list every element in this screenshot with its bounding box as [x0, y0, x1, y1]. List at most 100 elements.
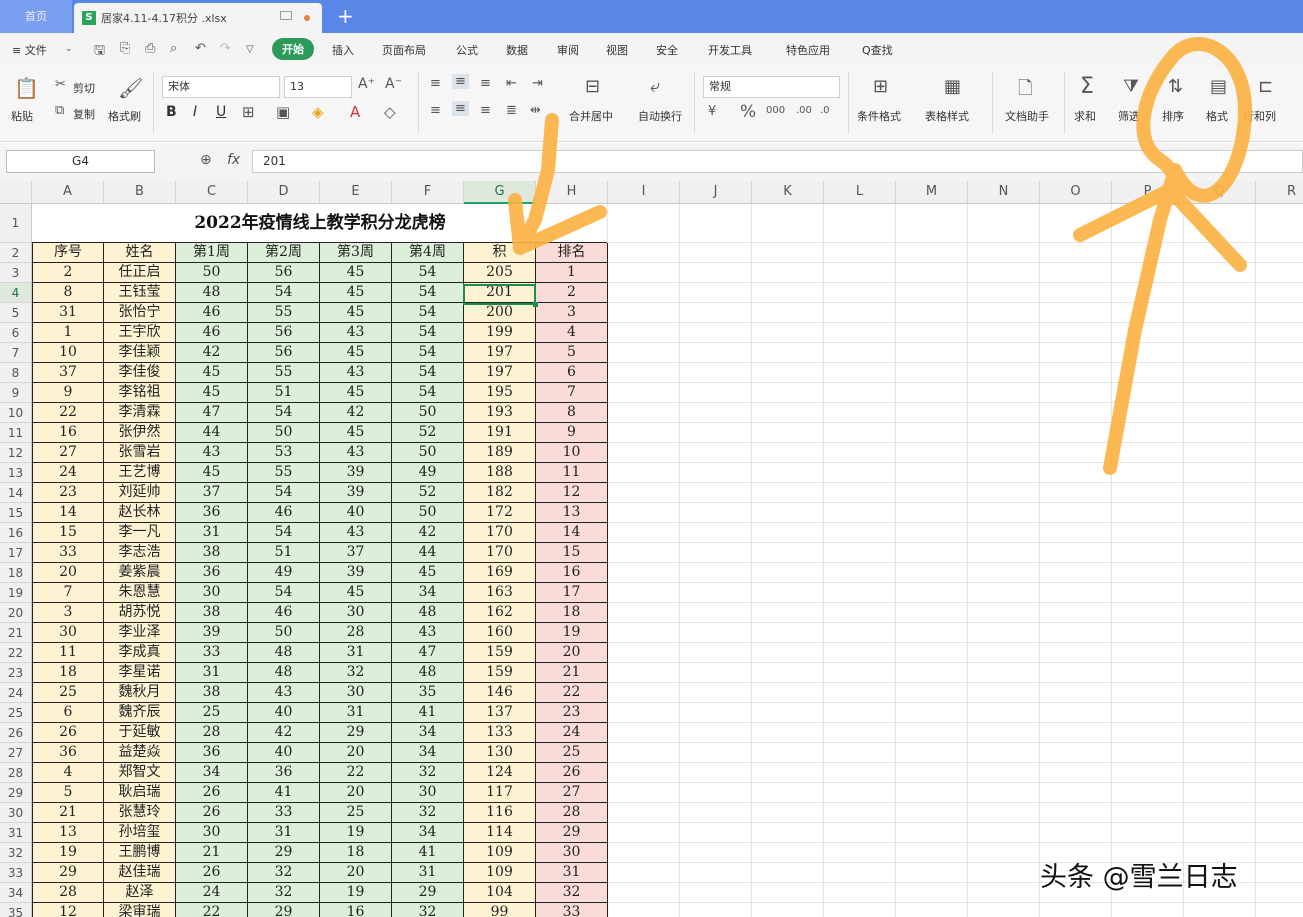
column-header-c[interactable]: C — [176, 181, 248, 204]
row-column-icon[interactable]: ⊏ — [1258, 76, 1273, 97]
cell-week1[interactable]: 24 — [176, 883, 248, 903]
cell-id[interactable]: 29 — [32, 863, 104, 883]
cell-rank[interactable]: 4 — [536, 323, 608, 343]
thousands-icon[interactable]: 000 — [766, 105, 785, 116]
cell-rank[interactable]: 24 — [536, 723, 608, 743]
undo-icon[interactable]: ↶ — [195, 41, 206, 56]
cell-week2[interactable]: 43 — [248, 683, 320, 703]
cell-rank[interactable]: 26 — [536, 763, 608, 783]
column-header-r[interactable]: R — [1256, 181, 1303, 204]
font-name-select[interactable]: 宋体 — [162, 76, 280, 98]
row-header-6[interactable]: 6 — [0, 323, 32, 343]
cell-week1[interactable]: 31 — [176, 523, 248, 543]
cell-week4[interactable]: 54 — [392, 343, 464, 363]
tab-home[interactable]: 首页 — [0, 0, 72, 33]
cell-week4[interactable]: 54 — [392, 263, 464, 283]
cell-rank[interactable]: 13 — [536, 503, 608, 523]
cell-rank[interactable]: 12 — [536, 483, 608, 503]
cell-rank[interactable]: 30 — [536, 843, 608, 863]
align-middle-icon[interactable]: ≡ — [452, 74, 469, 89]
indent-increase-icon[interactable]: ⇥ — [532, 76, 543, 91]
cell-week2[interactable]: 50 — [248, 623, 320, 643]
cell-name[interactable]: 赵长林 — [104, 503, 176, 523]
cell-week2[interactable]: 56 — [248, 263, 320, 283]
cell-total[interactable]: 172 — [464, 503, 536, 523]
cell-name[interactable]: 张慧玲 — [104, 803, 176, 823]
cell-total[interactable]: 109 — [464, 863, 536, 883]
cell-week4[interactable]: 48 — [392, 663, 464, 683]
header-cell-week1[interactable]: 第1周 — [176, 243, 248, 263]
cell-rank[interactable]: 2 — [536, 283, 608, 303]
column-header-l[interactable]: L — [824, 181, 896, 204]
decrease-decimal-icon[interactable]: .0 — [820, 105, 830, 116]
cell-id[interactable]: 16 — [32, 423, 104, 443]
cell-week3[interactable]: 29 — [320, 723, 392, 743]
cell-week3[interactable]: 16 — [320, 903, 392, 917]
cell-week3[interactable]: 25 — [320, 803, 392, 823]
cell-rank[interactable]: 16 — [536, 563, 608, 583]
cell-week1[interactable]: 39 — [176, 623, 248, 643]
row-header-25[interactable]: 25 — [0, 703, 32, 723]
cell-week1[interactable]: 48 — [176, 283, 248, 303]
row-header-5[interactable]: 5 — [0, 303, 32, 323]
cell-week2[interactable]: 42 — [248, 723, 320, 743]
cell-week4[interactable]: 44 — [392, 543, 464, 563]
cell-id[interactable]: 36 — [32, 743, 104, 763]
menu-tab-formula[interactable]: 公式 — [456, 42, 478, 58]
row-header-12[interactable]: 12 — [0, 443, 32, 463]
cell-week1[interactable]: 30 — [176, 823, 248, 843]
cell-rank[interactable]: 3 — [536, 303, 608, 323]
cell-name[interactable]: 魏齐辰 — [104, 703, 176, 723]
wrap-text-icon[interactable]: ⤶ — [650, 76, 660, 97]
cell-total[interactable]: 191 — [464, 423, 536, 443]
cell-total[interactable]: 170 — [464, 543, 536, 563]
row-header-18[interactable]: 18 — [0, 563, 32, 583]
cell-week3[interactable]: 22 — [320, 763, 392, 783]
cell-total[interactable]: 124 — [464, 763, 536, 783]
cell-week3[interactable]: 43 — [320, 523, 392, 543]
new-tab-button[interactable]: + — [337, 4, 354, 28]
cell-week1[interactable]: 36 — [176, 503, 248, 523]
cell-week1[interactable]: 31 — [176, 663, 248, 683]
cell-week4[interactable]: 42 — [392, 523, 464, 543]
column-header-e[interactable]: E — [320, 181, 392, 204]
cell-week4[interactable]: 35 — [392, 683, 464, 703]
cell-week2[interactable]: 32 — [248, 863, 320, 883]
cell-total[interactable]: 104 — [464, 883, 536, 903]
row-header-1[interactable]: 1 — [0, 204, 32, 243]
sort-icon[interactable]: ⇅ — [1168, 76, 1183, 97]
cell-id[interactable]: 3 — [32, 603, 104, 623]
cell-week1[interactable]: 38 — [176, 543, 248, 563]
row-header-34[interactable]: 34 — [0, 883, 32, 903]
currency-icon[interactable]: ¥ — [708, 104, 716, 119]
cell-week2[interactable]: 46 — [248, 503, 320, 523]
column-header-n[interactable]: N — [968, 181, 1040, 204]
cell-week2[interactable]: 51 — [248, 383, 320, 403]
cell-week4[interactable]: 54 — [392, 283, 464, 303]
justify-icon[interactable]: ≣ — [506, 103, 517, 118]
cell-week2[interactable]: 54 — [248, 483, 320, 503]
column-header-o[interactable]: O — [1040, 181, 1112, 204]
cell-name[interactable]: 于延敏 — [104, 723, 176, 743]
cell-id[interactable]: 9 — [32, 383, 104, 403]
cell-week3[interactable]: 20 — [320, 863, 392, 883]
row-header-29[interactable]: 29 — [0, 783, 32, 803]
tab-file[interactable]: S 居家4.11-4.17积分 .xlsx — [74, 3, 322, 33]
conditional-format-icon[interactable]: ⊞ — [873, 76, 888, 97]
cell-id[interactable]: 22 — [32, 403, 104, 423]
cell-week1[interactable]: 26 — [176, 803, 248, 823]
cell-name[interactable]: 益楚焱 — [104, 743, 176, 763]
cell-week1[interactable]: 45 — [176, 363, 248, 383]
cell-week2[interactable]: 54 — [248, 523, 320, 543]
cell-week3[interactable]: 42 — [320, 403, 392, 423]
cell-total[interactable]: 201 — [464, 283, 536, 303]
cell-week4[interactable]: 48 — [392, 603, 464, 623]
cell-week3[interactable]: 45 — [320, 303, 392, 323]
cell-week4[interactable]: 49 — [392, 463, 464, 483]
cell-week1[interactable]: 42 — [176, 343, 248, 363]
cell-week3[interactable]: 20 — [320, 783, 392, 803]
row-header-31[interactable]: 31 — [0, 823, 32, 843]
cell-total[interactable]: 137 — [464, 703, 536, 723]
cell-id[interactable]: 25 — [32, 683, 104, 703]
cell-week1[interactable]: 26 — [176, 863, 248, 883]
